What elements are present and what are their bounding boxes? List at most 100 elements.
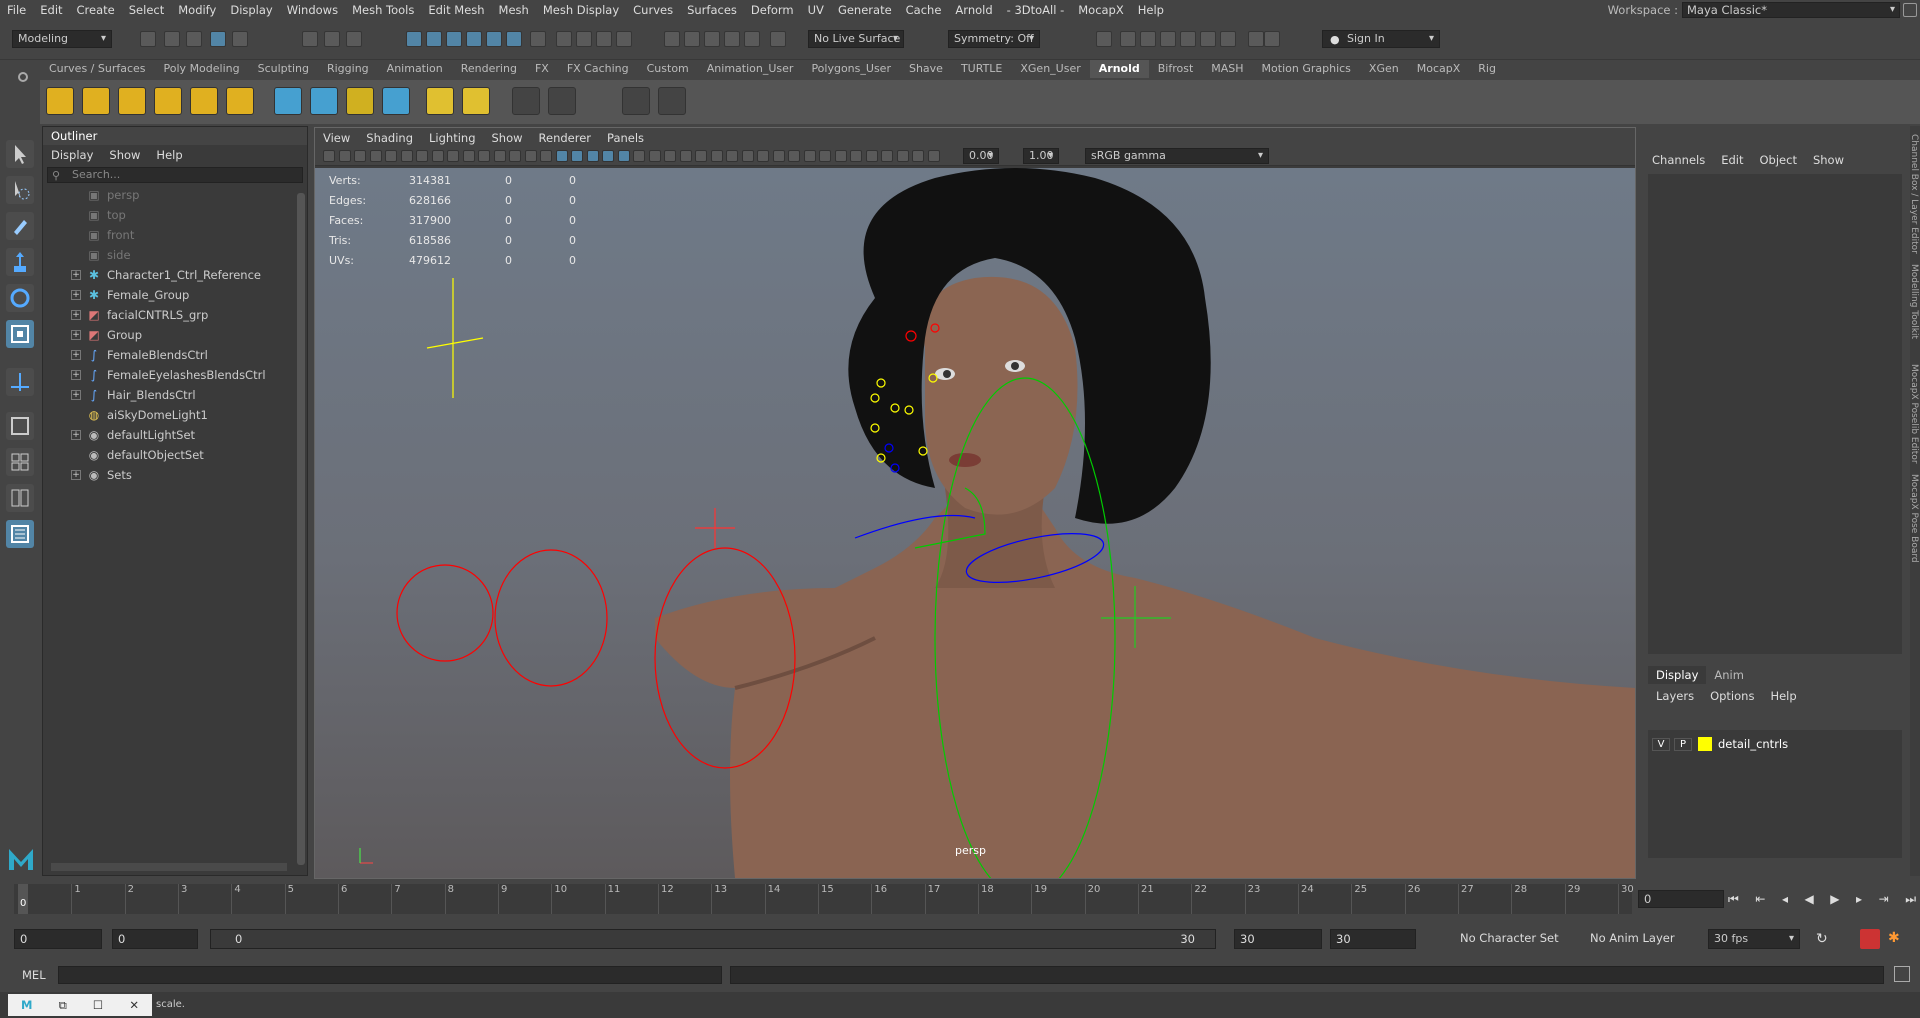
- outliner-item[interactable]: ▣ top: [43, 205, 307, 225]
- viewport-menu-shading[interactable]: Shading: [358, 131, 421, 145]
- menu-edit-mesh[interactable]: Edit Mesh: [421, 3, 491, 17]
- select-tool-icon[interactable]: [6, 140, 34, 168]
- physical-sky-icon[interactable]: [226, 87, 254, 115]
- scale-tool-icon[interactable]: [6, 320, 34, 348]
- viewport-tool-icon[interactable]: [850, 150, 862, 162]
- lasso-tool-icon[interactable]: [6, 176, 34, 204]
- live-surface-dropdown[interactable]: No Live Surface: [808, 30, 904, 48]
- viewport-tool-icon[interactable]: [478, 150, 490, 162]
- photometric-light-icon[interactable]: [118, 87, 146, 115]
- viewport-tool-icon[interactable]: [757, 150, 769, 162]
- layer-row[interactable]: V P detail_cntrls: [1648, 734, 1902, 754]
- outliner-item[interactable]: ◉ defaultObjectSet: [43, 445, 307, 465]
- step-back-key-icon[interactable]: ⇤: [1755, 892, 1765, 906]
- shelf-tab-xgen-user[interactable]: XGen_User: [1011, 60, 1089, 78]
- statusline-tool-icon[interactable]: [164, 31, 180, 47]
- menu-mesh-tools[interactable]: Mesh Tools: [345, 3, 421, 17]
- viewport-tool-icon[interactable]: [431, 150, 444, 162]
- step-back-frame-icon[interactable]: ◂: [1782, 892, 1788, 906]
- statusline-tool-icon[interactable]: [346, 31, 362, 47]
- viewport-tool-icon[interactable]: [447, 150, 459, 162]
- curve-collector-icon[interactable]: [346, 87, 374, 115]
- menu-file[interactable]: File: [0, 3, 33, 17]
- area-light-icon[interactable]: [46, 87, 74, 115]
- menuset-dropdown[interactable]: Modeling: [12, 30, 112, 48]
- expand-icon[interactable]: +: [71, 350, 81, 360]
- statusline-tool-icon[interactable]: [446, 31, 462, 47]
- auto-key-icon[interactable]: [1860, 929, 1880, 949]
- shelf-tab-rig[interactable]: Rig: [1469, 60, 1505, 78]
- four-pane-layout-icon[interactable]: [6, 448, 34, 476]
- channelbox-menu-channels[interactable]: Channels: [1644, 153, 1713, 167]
- render-settings-icon[interactable]: [512, 87, 540, 115]
- statusline-tool-icon[interactable]: [406, 31, 422, 47]
- paint-select-icon[interactable]: [6, 212, 34, 240]
- menu-edit[interactable]: Edit: [33, 3, 69, 17]
- statusline-tool-icon[interactable]: [744, 31, 760, 47]
- viewport-tool-icon[interactable]: [602, 150, 614, 162]
- range-slider[interactable]: 0 30: [210, 929, 1216, 949]
- viewport-tool-icon[interactable]: [633, 150, 645, 162]
- expand-icon[interactable]: +: [71, 370, 81, 380]
- menu-help[interactable]: Help: [1131, 3, 1171, 17]
- viewport-tool-icon[interactable]: [586, 150, 599, 162]
- statusline-tool-icon[interactable]: [1096, 31, 1112, 47]
- menu-generate[interactable]: Generate: [831, 3, 899, 17]
- script-editor-icon[interactable]: [1894, 966, 1910, 982]
- outliner-item[interactable]: ◍ aiSkyDomeLight1: [43, 405, 307, 425]
- close-icon[interactable]: ✕: [129, 998, 139, 1012]
- viewport-tool-icon[interactable]: [338, 150, 351, 162]
- statusline-tool-icon[interactable]: [1120, 31, 1136, 47]
- gamma-field[interactable]: 1.00: [1023, 148, 1059, 164]
- shelf-tab-turtle[interactable]: TURTLE: [952, 60, 1011, 78]
- shelf-tab-mocapx[interactable]: MocapX: [1408, 60, 1470, 78]
- statusline-tool-icon[interactable]: [770, 31, 786, 47]
- expand-icon[interactable]: +: [71, 430, 81, 440]
- light-portal-icon[interactable]: [190, 87, 218, 115]
- viewport-tool-icon[interactable]: [571, 150, 583, 162]
- menu-deform[interactable]: Deform: [744, 3, 801, 17]
- color-space-dropdown[interactable]: sRGB gamma: [1085, 148, 1269, 164]
- statusline-tool-icon[interactable]: [1264, 31, 1280, 47]
- layer-visibility-toggle[interactable]: V: [1652, 737, 1670, 751]
- viewport-tool-icon[interactable]: [323, 150, 335, 162]
- rotate-tool-icon[interactable]: [6, 284, 34, 312]
- side-tab[interactable]: MocapX Poselib Editor: [1909, 364, 1919, 464]
- maximize-icon[interactable]: ☐: [93, 998, 103, 1012]
- shelf-tab-motion-graphics[interactable]: Motion Graphics: [1253, 60, 1360, 78]
- loop-icon[interactable]: ↻: [1816, 931, 1828, 947]
- menu-display[interactable]: Display: [223, 3, 279, 17]
- menu-mesh-display[interactable]: Mesh Display: [536, 3, 626, 17]
- render-view-icon[interactable]: [548, 87, 576, 115]
- exposure-field[interactable]: 0.00: [963, 148, 999, 164]
- playback-end-field[interactable]: 30: [1234, 929, 1322, 949]
- menu-arnold[interactable]: Arnold: [948, 3, 999, 17]
- outliner-item[interactable]: + ✱ Female_Group: [43, 285, 307, 305]
- statusline-tool-icon[interactable]: [1200, 31, 1216, 47]
- viewport-tool-icon[interactable]: [648, 150, 661, 162]
- layer-menu-layers[interactable]: Layers: [1648, 689, 1702, 703]
- mesh-light-icon[interactable]: [82, 87, 110, 115]
- viewport-tool-icon[interactable]: [912, 150, 924, 162]
- layer-menu-options[interactable]: Options: [1702, 689, 1762, 703]
- menu-create[interactable]: Create: [70, 3, 122, 17]
- expand-icon[interactable]: +: [71, 470, 81, 480]
- viewport-menu-panels[interactable]: Panels: [599, 131, 652, 145]
- shelf-tab-bifrost[interactable]: Bifrost: [1149, 60, 1203, 78]
- standin-icon[interactable]: [274, 87, 302, 115]
- outliner-item[interactable]: + ◩ facialCNTRLS_grp: [43, 305, 307, 325]
- menu-modify[interactable]: Modify: [171, 3, 223, 17]
- restore-icon[interactable]: ⧉: [59, 998, 67, 1013]
- side-tab[interactable]: MocapX Pose Board: [1909, 474, 1919, 563]
- viewport-tool-icon[interactable]: [617, 150, 630, 162]
- viewport-tool-icon[interactable]: [834, 150, 847, 162]
- shelf-tab-shave[interactable]: Shave: [900, 60, 952, 78]
- viewport-tool-icon[interactable]: [881, 150, 893, 162]
- viewport-tool-icon[interactable]: [540, 150, 552, 162]
- menu-select[interactable]: Select: [122, 3, 171, 17]
- outliner-item[interactable]: + ◉ defaultLightSet: [43, 425, 307, 445]
- statusline-tool-icon[interactable]: [140, 31, 156, 47]
- menu-mocapx[interactable]: MocapX: [1071, 3, 1131, 17]
- viewport-tool-icon[interactable]: [679, 150, 692, 162]
- time-slider[interactable]: 0123456789101112131415161718192021222324…: [14, 884, 1634, 914]
